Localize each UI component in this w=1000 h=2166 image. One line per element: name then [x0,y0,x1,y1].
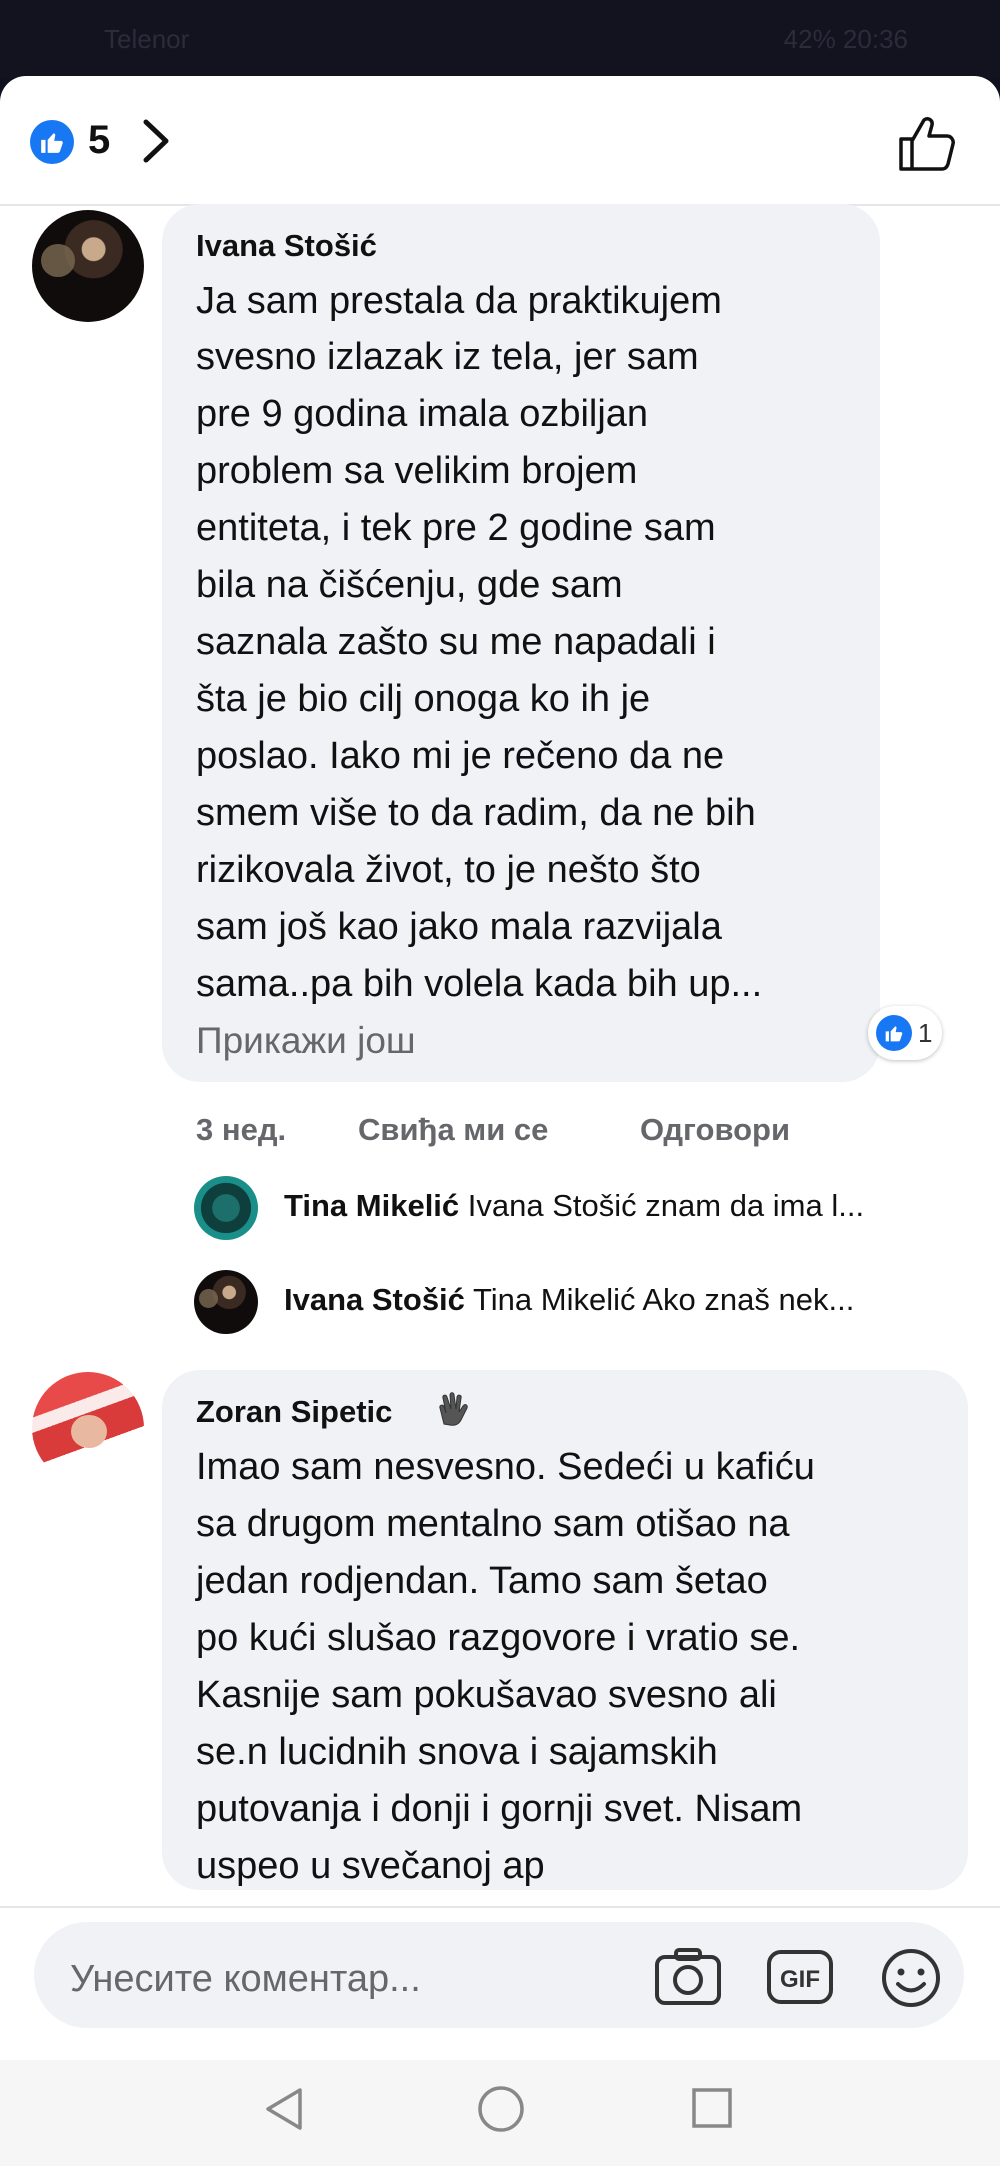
comment-author[interactable]: Zoran Sipetic [196,1394,392,1430]
like-icon [876,1015,912,1051]
comments-sheet: 5 Ivana Stošić Ja sam prestala da prakti… [0,76,1000,2166]
reply-text: Ivana Stošić znam da ima l... [467,1188,865,1223]
carrier-label: Telenor [104,24,190,54]
comment-line: sa drugom mentalno sam otišao na [196,1503,790,1545]
comment-line: rizikovala život, to je nešto što [196,849,701,891]
reply-text: Tina Mikelić Ako znaš nek... [472,1282,855,1317]
home-icon[interactable] [476,2084,526,2134]
comment-line: Imao sam nesvesno. Sedeći u kafiću [196,1446,815,1488]
comment-line: šta je bio cilj onoga ko ih je [196,678,651,720]
comment-line: bila na čišćenju, gde sam [196,564,623,606]
back-icon[interactable] [262,2084,306,2134]
comment-line: problem sa velikim brojem [196,450,638,492]
waving-hand-icon [439,1392,468,1426]
see-more-link[interactable]: Прикажи још [196,1020,416,1062]
thumbs-up-outline-icon[interactable] [896,112,958,174]
reply-author: Tina Mikelić [284,1188,460,1223]
comment-line: se.n lucidnih snova i sajamskih [196,1731,718,1773]
reaction-count: 1 [918,1017,933,1048]
recents-icon[interactable] [690,2086,734,2130]
likes-count[interactable]: 5 [88,118,110,163]
comment-line: sam još kao jako mala razvijala [196,906,722,948]
camera-icon[interactable] [654,1947,722,2007]
comment-line: sama..pa bih volela kada bih up... [196,963,763,1005]
like-icon [30,120,74,164]
chevron-right-icon[interactable] [138,116,174,166]
comment-author[interactable]: Ivana Stošić [196,228,377,264]
gif-icon[interactable]: GIF [766,1947,834,2007]
avatar[interactable] [194,1270,258,1334]
comment-line: saznala zašto su me napadali i [196,621,716,663]
avatar[interactable] [32,210,144,322]
sheet-header: 5 [0,76,1000,206]
svg-text:GIF: GIF [780,1966,820,1993]
comment-line: smem više to da radim, da ne bih [196,792,756,834]
reply-preview[interactable]: Ivana Stošić Tina Mikelić Ako znaš nek..… [284,1282,854,1318]
comment-input-placeholder[interactable]: Унесите коментар... [70,1958,421,2001]
status-indicators: 42% 20:36 [783,24,908,54]
comment-line: poslao. Iako mi je rečeno da ne [196,735,725,777]
avatar[interactable] [32,1372,144,1484]
comment-line: Kasnije sam pokušavao svesno ali [196,1674,777,1716]
reply-button[interactable]: Одговори [640,1112,790,1148]
comment-time: 3 нед. [196,1112,287,1147]
status-bar: Telenor 42% 20:36 [0,0,1000,78]
comment-line: entiteta, i tek pre 2 godine sam [196,507,716,549]
emoji-icon[interactable] [880,1947,942,2009]
comment-line: Ja sam prestala da praktikujem [196,280,722,322]
comment-line: svesno izlazak iz tela, jer sam [196,336,699,378]
comment-line: putovanja i donji i gornji svet. Nisam [196,1788,803,1830]
comment-line: jedan rodjendan. Tamo sam šetao [196,1560,768,1602]
avatar[interactable] [194,1176,258,1240]
reply-preview[interactable]: Tina Mikelić Ivana Stošić znam da ima l.… [284,1188,864,1224]
like-comment-button[interactable]: Свиђа ми се [358,1112,548,1148]
reply-author: Ivana Stošić [284,1282,465,1317]
comment-line: uspeo u svečanoj ap [196,1845,545,1887]
comment-line: pre 9 godina imala ozbiljan [196,393,649,435]
comment-line: po kući slušao razgovore i vratio se. [196,1617,801,1659]
reaction-count-pill[interactable]: 1 [868,1006,943,1060]
